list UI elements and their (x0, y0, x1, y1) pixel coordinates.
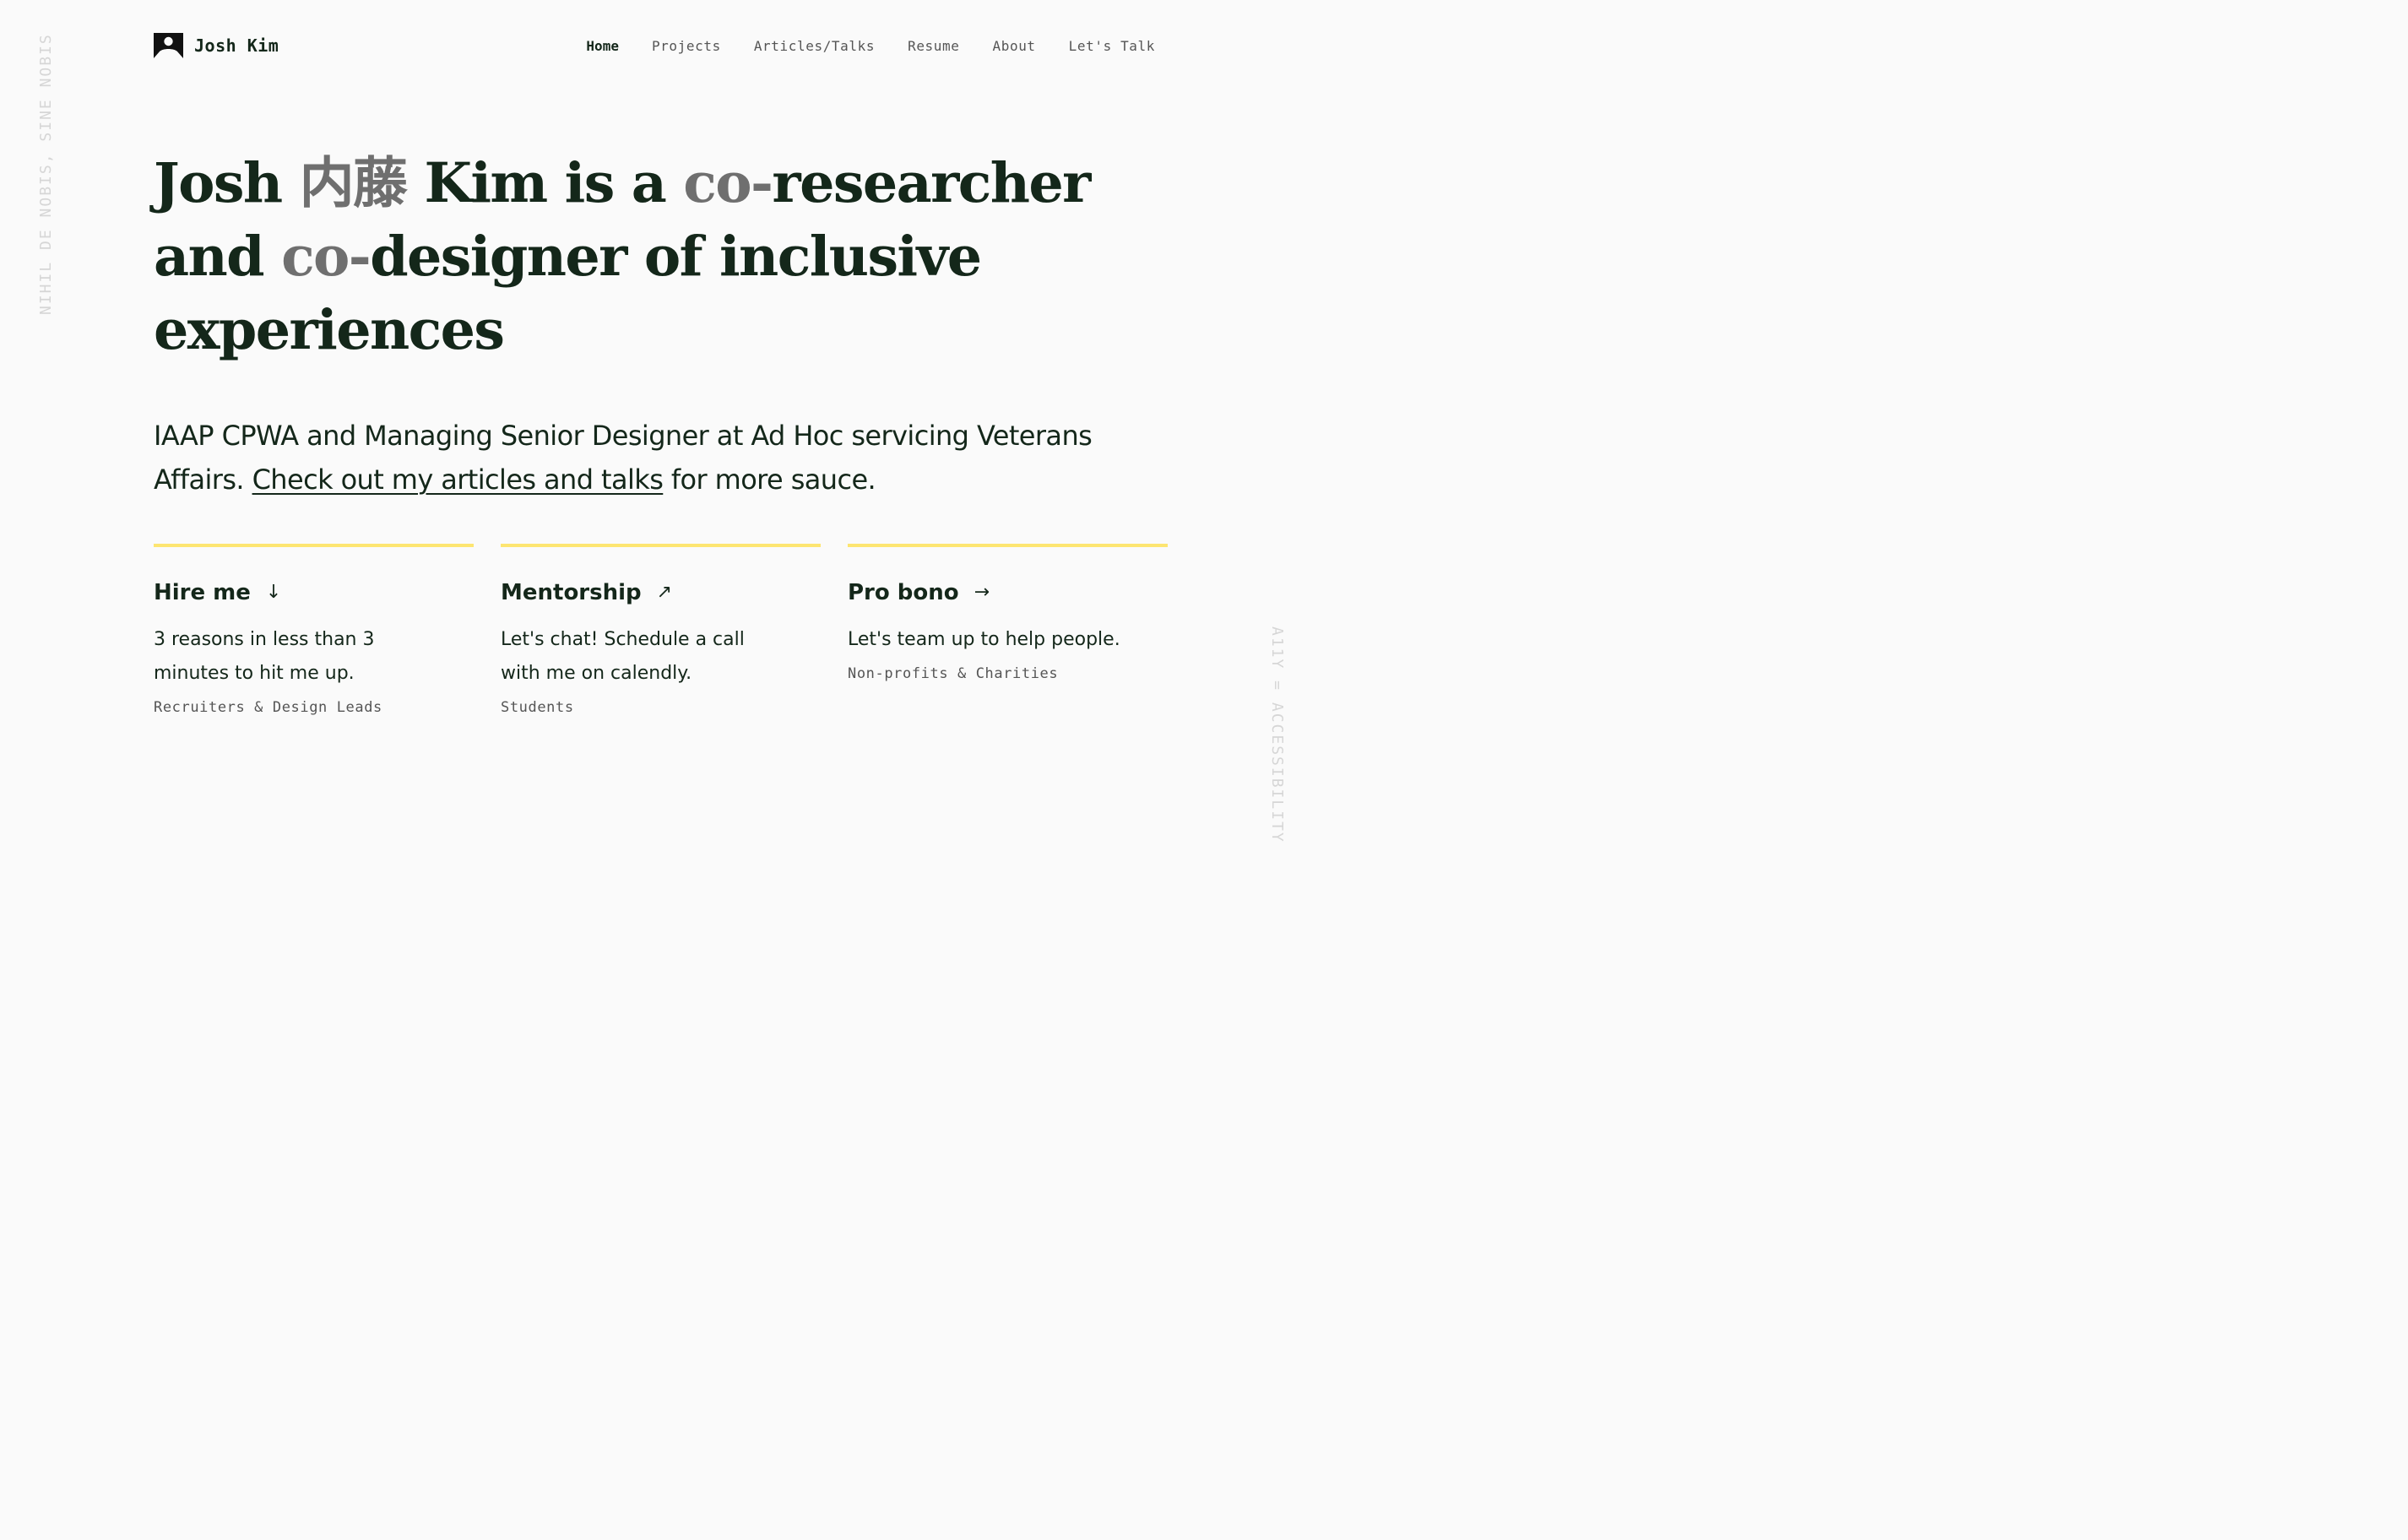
hero-name-first: Josh (154, 151, 283, 215)
card-title: Pro bono → (848, 576, 1168, 610)
nav-about[interactable]: About (993, 38, 1036, 54)
hero-word-researcher: researcher (772, 151, 1091, 215)
main-nav: Home Projects Articles/Talks Resume Abou… (553, 30, 1155, 61)
hero-name-cjk: 内藤 (299, 151, 408, 215)
card-title-text: Mentorship (501, 580, 642, 605)
arrow-up-right-icon: ↗ (656, 582, 673, 603)
hero-word-and: and (154, 225, 265, 289)
hero-heading: Josh 内藤 Kim is a co-researcher and co-de… (154, 147, 1184, 367)
brand-home-link[interactable]: Josh Kim (154, 30, 279, 61)
hero-co-prefix-1: co- (683, 151, 773, 215)
hero-name-last: Kim is a (424, 151, 666, 215)
card-title-text: Pro bono (848, 580, 959, 605)
site-header: Josh Kim Home Projects Articles/Talks Re… (154, 30, 1167, 61)
side-motto-right: A11Y = ACCESSIBILITY (1268, 626, 1286, 843)
nav-home[interactable]: Home (586, 38, 619, 54)
arrow-down-icon: ↓ (265, 582, 282, 603)
card-hire-me[interactable]: Hire me ↓ 3 reasons in less than 3 minute… (154, 544, 474, 716)
card-body: 3 reasons in less than 3 minutes to hit … (154, 629, 375, 684)
card-body: Let's team up to help people. (848, 629, 1120, 650)
person-frame-icon (154, 33, 183, 58)
card-title: Hire me ↓ (154, 576, 474, 610)
card-audience-tag: Recruiters & Design Leads (154, 699, 382, 716)
card-audience-tag: Non-profits & Charities (848, 665, 1059, 682)
card-pro-bono[interactable]: Pro bono → Let's team up to help people. … (848, 544, 1168, 682)
nav-lets-talk[interactable]: Let's Talk (1069, 38, 1155, 54)
card-title: Mentorship ↗ (501, 576, 821, 610)
side-motto-left: NIHIL DE NOBIS, SINE NOBIS (37, 33, 55, 315)
card-body: Let's chat! Schedule a call with me on c… (501, 629, 745, 684)
card-mentorship[interactable]: Mentorship ↗ Let's chat! Schedule a call … (501, 544, 821, 716)
nav-projects[interactable]: Projects (652, 38, 721, 54)
articles-talks-link[interactable]: Check out my articles and talks (252, 464, 664, 496)
hero-co-prefix-2: co- (281, 225, 372, 289)
intro-paragraph: IAAP CPWA and Managing Senior Designer a… (154, 414, 1175, 502)
intro-text-after: for more sauce. (670, 464, 876, 496)
brand-name: Josh Kim (194, 35, 279, 56)
card-audience-tag: Students (501, 699, 574, 716)
arrow-right-icon: → (974, 582, 990, 603)
hero-rest: designer of inclusive experiences (154, 225, 982, 362)
nav-articles-talks[interactable]: Articles/Talks (754, 38, 875, 54)
nav-resume[interactable]: Resume (908, 38, 959, 54)
card-title-text: Hire me (154, 580, 251, 605)
